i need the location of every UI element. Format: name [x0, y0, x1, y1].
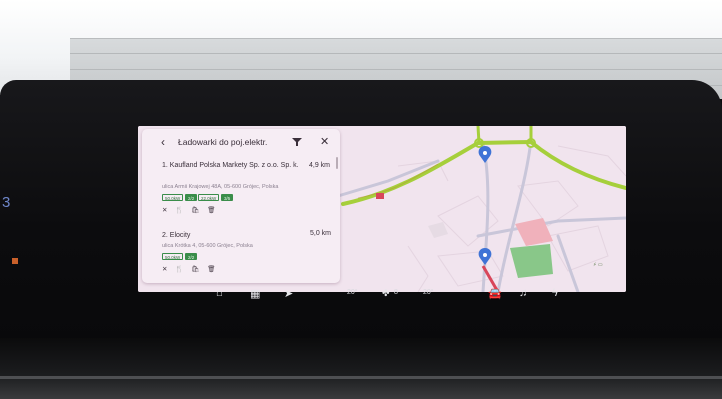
panel-title: Ładowarki do poj.elektr.	[178, 137, 268, 147]
close-icon[interactable]: ✕	[320, 135, 329, 148]
back-chevron-icon[interactable]: ‹	[161, 135, 165, 149]
power-chip: 22.0kW	[198, 194, 220, 201]
navigation-arrow-icon[interactable]: ➤	[284, 287, 293, 300]
warning-lamp-icon	[12, 258, 18, 264]
scrollbar[interactable]	[336, 157, 338, 169]
result-name: 1. Kaufland Polska Markety Sp. z o.o. Sp…	[162, 162, 299, 169]
temp-right[interactable]: 20°	[423, 289, 434, 296]
result-distance: 5,0 km	[310, 230, 332, 237]
poi-marker-50	[376, 193, 384, 199]
bottom-control-bar: ⌂ ▦ ➤ 20° ✤ 8 20° 🚘 ♫ ϟ	[138, 283, 626, 305]
instrument-cluster-edge: 3	[0, 150, 60, 320]
fan-icon[interactable]: ✤	[382, 288, 390, 299]
charging-bolt-icon[interactable]: ϟ	[552, 287, 558, 299]
cluster-reading: 3	[2, 194, 11, 211]
fan-speed[interactable]: 8	[394, 289, 398, 296]
result-name: 2. Elocity	[162, 232, 191, 239]
charger-list-panel: ‹ Ładowarki do poj.elektr. ✕ 1. Kaufland…	[142, 129, 340, 283]
result-address: ulica Krótka 4, 05-600 Grójec, Polska	[162, 243, 253, 249]
availability-chip: 3/5	[221, 194, 234, 201]
chrome-trim	[0, 376, 722, 379]
power-chip: 50.0kW	[162, 253, 184, 260]
power-chip: 50.0kW	[162, 194, 184, 201]
temp-left[interactable]: 20°	[347, 289, 358, 296]
map-scale-indicator: ⚡ ▭	[593, 262, 603, 268]
result-distance: 4,9 km	[309, 162, 331, 169]
amenities-icons: ✕ 🍴 🛍 🗑	[162, 266, 219, 273]
availability-chip: 2/2	[185, 194, 198, 201]
car-icon[interactable]: 🚘	[488, 287, 502, 300]
result-address: ulica Armii Krajowej 48A, 05-600 Grójec,…	[162, 184, 279, 190]
availability-chip: 2/2	[185, 253, 198, 260]
filter-icon[interactable]	[292, 137, 302, 147]
dashboard-bezel	[0, 338, 722, 399]
home-icon[interactable]: ⌂	[216, 287, 223, 299]
panel-header: ‹ Ładowarki do poj.elektr. ✕	[142, 129, 340, 155]
apps-grid-icon[interactable]: ▦	[250, 287, 260, 300]
music-icon[interactable]: ♫	[519, 287, 527, 299]
amenities-icons: ✕ 🍴 🛍 🗑	[162, 207, 219, 214]
